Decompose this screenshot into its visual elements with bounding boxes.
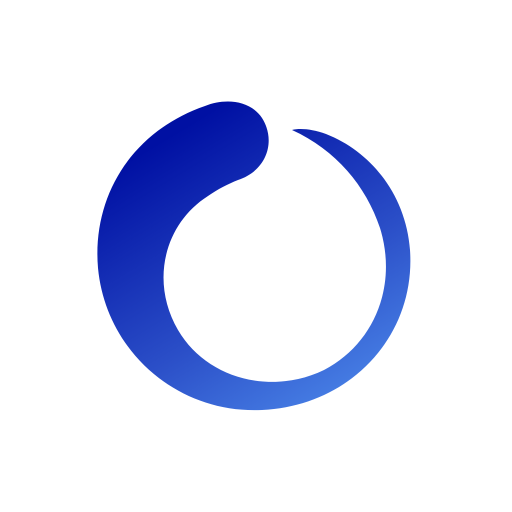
swirl-stroke — [97, 101, 411, 411]
circular-swirl-icon — [97, 101, 411, 411]
app-icon-canvas — [0, 0, 512, 512]
